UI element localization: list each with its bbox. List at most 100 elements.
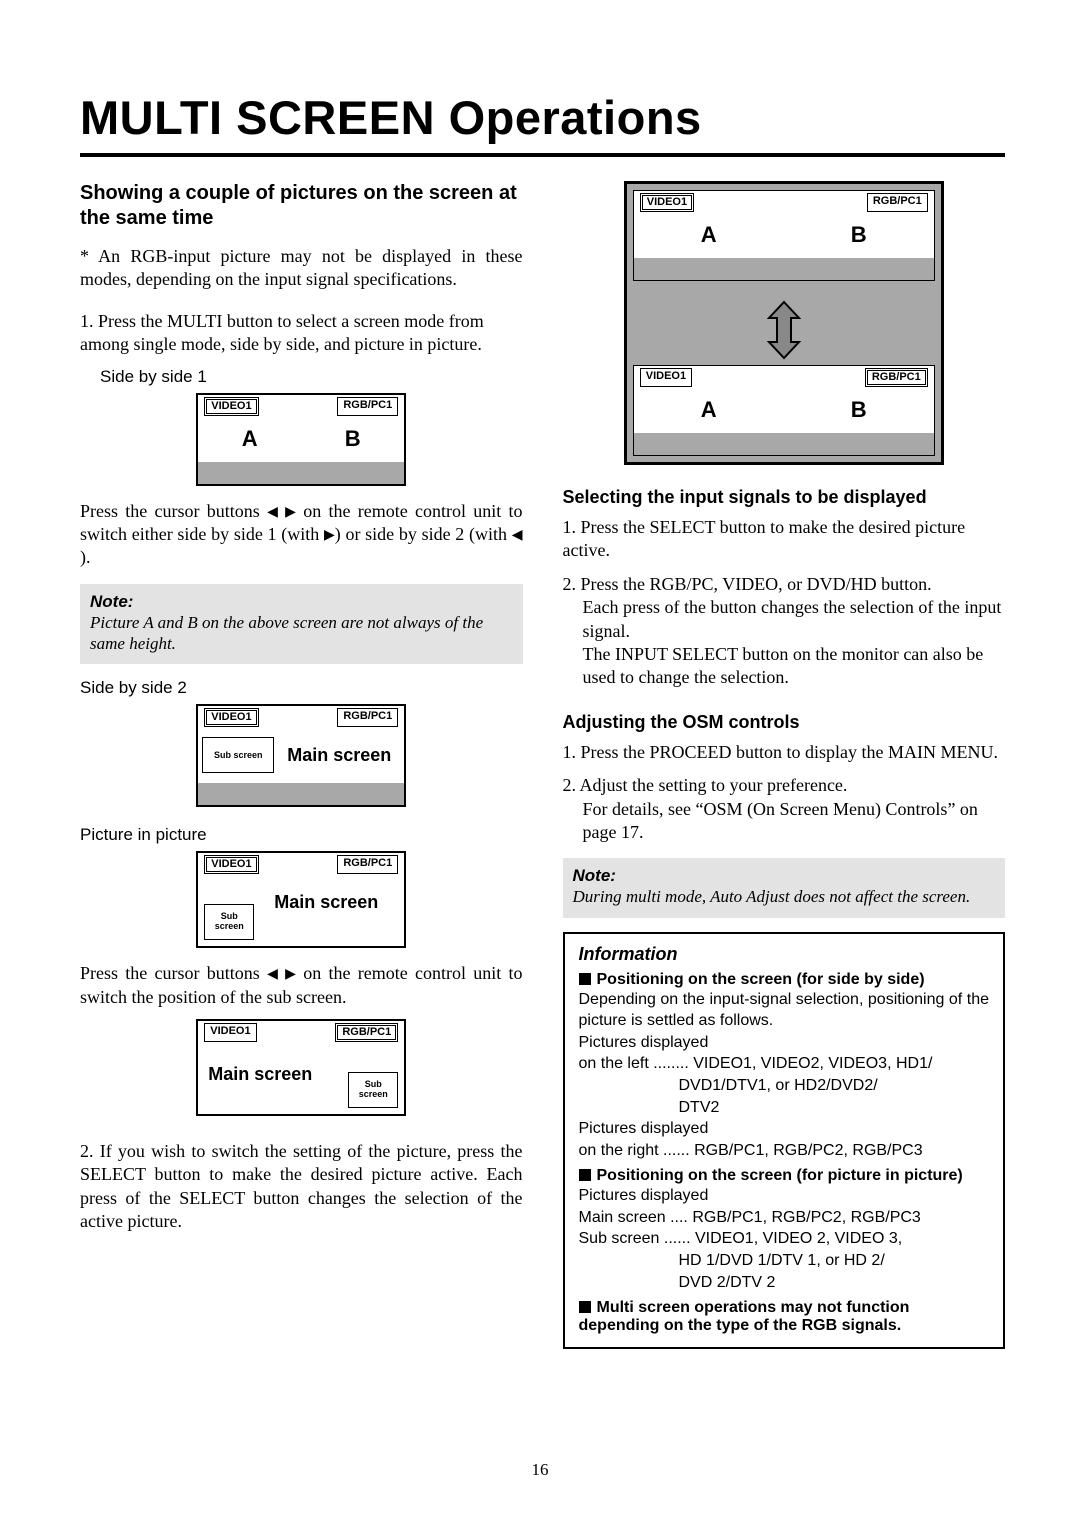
pip-figure-2: VIDEO1 RGB/PC1 Main screen Subscreen <box>80 1019 523 1116</box>
text: ) or side by side 2 (with <box>335 524 512 544</box>
text: Press the cursor buttons <box>80 501 267 521</box>
step-1: 1. Press the MULTI button to select a sc… <box>80 310 523 357</box>
page-number: 16 <box>532 1460 549 1480</box>
sub-screen-box: Subscreen <box>348 1072 398 1108</box>
input-rgbpc1: RGB/PC1 <box>865 368 928 387</box>
sub-screen-box: Subscreen <box>204 904 254 940</box>
sel-step-2b: Each press of the button changes the sel… <box>563 596 1006 643</box>
info-text: DVD 2/DTV 2 <box>579 1272 990 1294</box>
title-rule <box>80 153 1005 157</box>
input-video1: VIDEO1 <box>204 855 258 874</box>
info-text: Pictures displayed <box>579 1118 990 1140</box>
note-box-2: Note: During multi mode, Auto Adjust doe… <box>563 858 1006 917</box>
right-column: VIDEO1 RGB/PC1 A B <box>563 181 1006 1349</box>
right-arrow-icon: ▶ <box>285 504 296 522</box>
info-text: Depending on the input-signal selection,… <box>579 989 990 1032</box>
info-subhead-pip: Positioning on the screen (for picture i… <box>579 1167 990 1185</box>
letterbox-bar <box>198 783 404 805</box>
square-bullet-icon <box>579 1301 591 1313</box>
input-video1: VIDEO1 <box>640 368 692 387</box>
square-bullet-icon <box>579 1169 591 1181</box>
left-arrow-icon: ◀ <box>512 527 523 545</box>
section-heading: Showing a couple of pictures on the scre… <box>80 181 523 231</box>
information-box: Information Positioning on the screen (f… <box>563 932 1006 1350</box>
osm-step-2b: For details, see “OSM (On Screen Menu) C… <box>563 798 1006 845</box>
input-rgbpc1: RGB/PC1 <box>337 397 398 416</box>
pip-label: Picture in picture <box>80 825 523 845</box>
region-a: A <box>634 222 784 248</box>
sbs2-figure: VIDEO1 RGB/PC1 Sub screen Main screen <box>80 704 523 807</box>
right-arrow-icon: ▶ <box>285 966 296 984</box>
note-body: During multi mode, Auto Adjust does not … <box>573 886 996 907</box>
right-arrow-icon: ▶ <box>324 527 335 545</box>
sbs1-label: Side by side 1 <box>100 367 523 387</box>
bidirectional-arrow-icon <box>633 295 935 365</box>
sel-step-2a: 2. Press the RGB/PC, VIDEO, or DVD/HD bu… <box>563 573 1006 596</box>
input-video1: VIDEO1 <box>204 708 258 727</box>
region-a: A <box>198 426 301 452</box>
text: ). <box>80 547 91 567</box>
pip-figure-1: VIDEO1 RGB/PC1 Main screen Subscreen <box>80 851 523 948</box>
info-text: Sub screen ...... VIDEO1, VIDEO 2, VIDEO… <box>579 1228 990 1250</box>
sel-step-1: 1. Press the SELECT button to make the d… <box>563 516 1006 563</box>
input-video1: VIDEO1 <box>204 1023 256 1042</box>
mode-transition-diagram: VIDEO1 RGB/PC1 A B <box>624 181 944 465</box>
screen-diagram: VIDEO1 RGB/PC1 Sub screen Main screen <box>196 704 406 807</box>
input-rgbpc1: RGB/PC1 <box>337 708 398 727</box>
text: Multi screen operations may not function… <box>579 1299 910 1334</box>
info-text: Pictures displayed <box>579 1032 990 1054</box>
screen-diagram: VIDEO1 RGB/PC1 Main screen Subscreen <box>196 851 406 948</box>
input-video1: VIDEO1 <box>204 397 258 416</box>
region-a: A <box>634 397 784 423</box>
info-text: DVD1/DTV1, or HD2/DVD2/ <box>579 1075 990 1097</box>
sub-screen-box: Sub screen <box>202 737 274 773</box>
step-2: 2. If you wish to switch the setting of … <box>80 1140 523 1234</box>
note-body: Picture A and B on the above screen are … <box>90 612 513 655</box>
info-text: HD 1/DVD 1/DTV 1, or HD 2/ <box>579 1250 990 1272</box>
selecting-head: Selecting the input signals to be displa… <box>563 487 1006 508</box>
main-screen-label: Main screen <box>274 727 404 783</box>
input-video1: VIDEO1 <box>640 193 694 212</box>
info-text: DTV2 <box>579 1097 990 1119</box>
input-rgbpc1: RGB/PC1 <box>867 193 928 212</box>
screen-diagram: VIDEO1 RGB/PC1 A B <box>196 393 406 486</box>
sbs1-figure: VIDEO1 RGB/PC1 A B <box>80 393 523 486</box>
text: Positioning on the screen (for picture i… <box>597 1167 963 1184</box>
info-text: on the left ........ VIDEO1, VIDEO2, VID… <box>579 1053 990 1075</box>
page: MULTI SCREEN Operations Showing a couple… <box>0 0 1080 1528</box>
input-rgbpc1: RGB/PC1 <box>337 855 398 874</box>
info-warning: Multi screen operations may not function… <box>579 1299 990 1335</box>
letterbox-bar <box>634 433 934 455</box>
note-box: Note: Picture A and B on the above scree… <box>80 584 523 665</box>
left-arrow-icon: ◀ <box>267 504 278 522</box>
rgb-footnote: * An RGB-input picture may not be displa… <box>80 245 523 292</box>
letterbox-bar <box>198 462 404 484</box>
region-b: B <box>784 397 934 423</box>
region-b: B <box>301 426 404 452</box>
note-heading: Note: <box>573 866 996 886</box>
osm-step-2a: 2. Adjust the setting to your preference… <box>563 774 1006 797</box>
info-text: on the right ...... RGB/PC1, RGB/PC2, RG… <box>579 1140 990 1162</box>
region-b: B <box>784 222 934 248</box>
note-heading: Note: <box>90 592 513 612</box>
info-text: Main screen .... RGB/PC1, RGB/PC2, RGB/P… <box>579 1207 990 1229</box>
screen-diagram: VIDEO1 RGB/PC1 Main screen Subscreen <box>196 1019 406 1116</box>
info-heading: Information <box>579 944 990 965</box>
screen-a-diagram: VIDEO1 RGB/PC1 A B <box>633 190 935 281</box>
letterbox-bar <box>634 258 934 280</box>
osm-step-1: 1. Press the PROCEED button to display t… <box>563 741 1006 764</box>
left-column: Showing a couple of pictures on the scre… <box>80 181 523 1349</box>
sbs2-label: Side by side 2 <box>80 678 523 698</box>
info-text: Pictures displayed <box>579 1185 990 1207</box>
sel-step-2c: The INPUT SELECT button on the monitor c… <box>563 643 1006 690</box>
screen-b-diagram: VIDEO1 RGB/PC1 A B <box>633 365 935 456</box>
columns: Showing a couple of pictures on the scre… <box>80 181 1005 1349</box>
square-bullet-icon <box>579 973 591 985</box>
sbs1-description: Press the cursor buttons ◀ ▶ on the remo… <box>80 500 523 570</box>
info-subhead-sbs: Positioning on the screen (for side by s… <box>579 971 990 989</box>
pip-description: Press the cursor buttons ◀ ▶ on the remo… <box>80 962 523 1009</box>
text: Positioning on the screen (for side by s… <box>597 971 925 988</box>
left-arrow-icon: ◀ <box>267 966 278 984</box>
text: Press the cursor buttons <box>80 963 267 983</box>
input-rgbpc1: RGB/PC1 <box>335 1023 398 1042</box>
